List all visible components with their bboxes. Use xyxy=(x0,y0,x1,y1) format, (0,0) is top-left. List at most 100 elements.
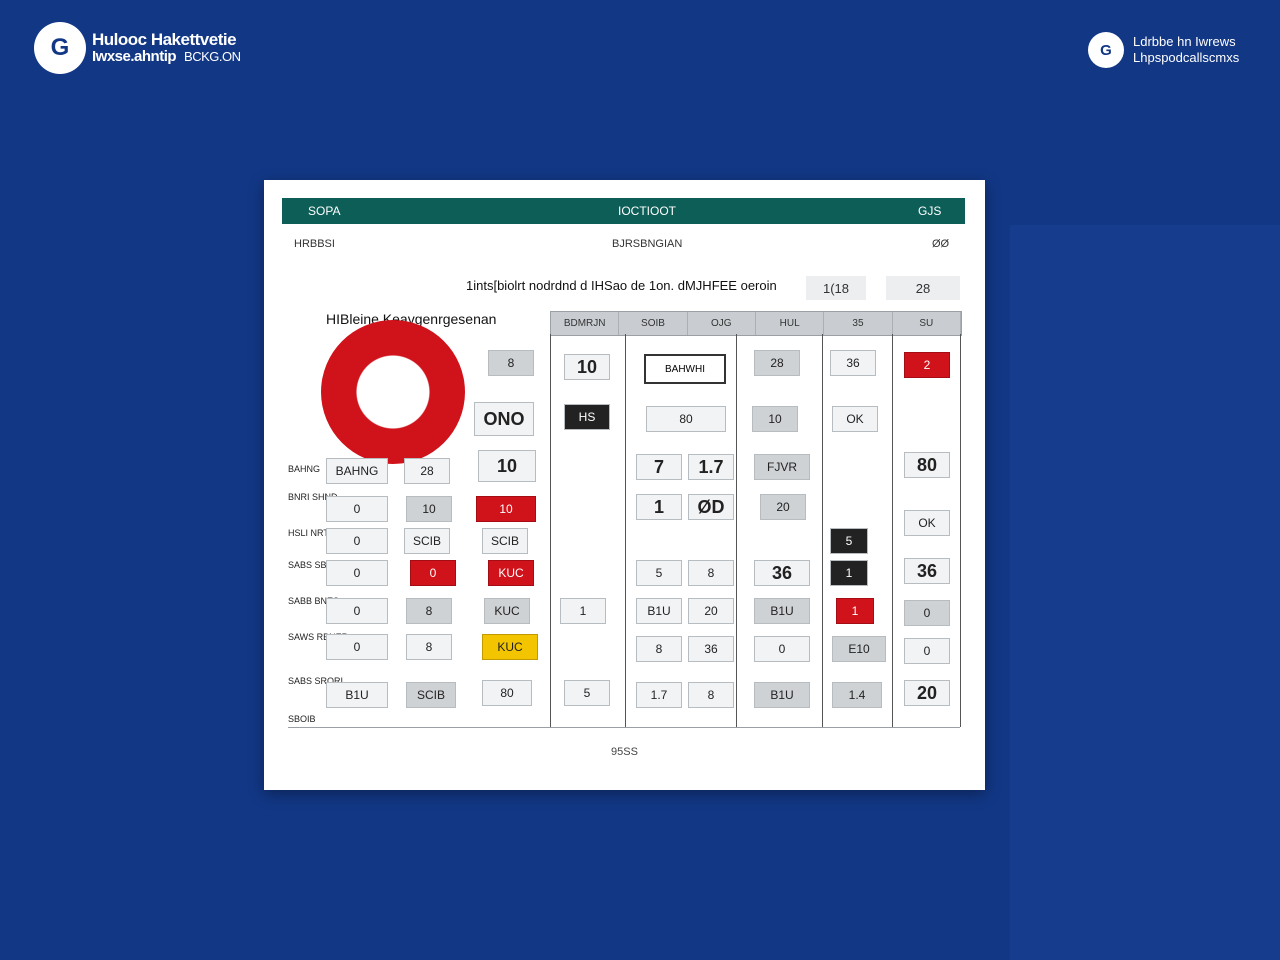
grid-cell[interactable]: 20 xyxy=(904,680,950,706)
grid-cell[interactable]: 8 xyxy=(488,350,534,376)
grid-cell[interactable]: BAHNG xyxy=(326,458,388,484)
brand-text: Hulooc Hakettvetie Iwxse.ahntip BCKG.ON xyxy=(92,31,241,65)
grid-cell[interactable]: 0 xyxy=(410,560,456,586)
grid-cell[interactable]: 0 xyxy=(326,634,388,660)
grid-cell[interactable]: 80 xyxy=(482,680,532,706)
brand-right: G Ldrbbe hn Iwrews Lhpspodcallscmxs xyxy=(1088,32,1239,68)
answer-chip-1[interactable]: 1(18 xyxy=(806,276,866,300)
grid-cell[interactable]: 0 xyxy=(326,598,388,624)
header-center: IOCTIOOT xyxy=(618,204,676,218)
grid-cell[interactable]: 0 xyxy=(326,528,388,554)
footer-text: 95SS xyxy=(611,746,638,758)
grid-cell[interactable]: SCIB xyxy=(406,682,456,708)
grid-cell[interactable]: 36 xyxy=(830,350,876,376)
brand-left: G Hulooc Hakettvetie Iwxse.ahntip BCKG.ON xyxy=(34,22,241,74)
grid-cell[interactable]: 10 xyxy=(564,354,610,380)
grid-cell[interactable]: 1 xyxy=(830,560,868,586)
brand-line-2: Iwxse.ahntip BCKG.ON xyxy=(92,48,241,65)
grid-cell[interactable]: 5 xyxy=(564,680,610,706)
grid-cell[interactable]: 28 xyxy=(754,350,800,376)
question-text: 1ints[biolrt nodrdnd d IHSao de 1on. dMJ… xyxy=(466,278,777,293)
grid-cell[interactable]: 7 xyxy=(636,454,682,480)
grid-cell[interactable]: 0 xyxy=(326,560,388,586)
brand-line-1: Hulooc Hakettvetie xyxy=(92,30,237,49)
column-header-2: SOIB xyxy=(619,312,688,335)
column-header: BDMRJN SOIB OJG HUL 35 SU xyxy=(550,311,962,336)
partner-text: Ldrbbe hn Iwrews Lhpspodcallscmxs xyxy=(1133,34,1239,66)
grid-cell[interactable]: 20 xyxy=(760,494,806,520)
grid-cell[interactable]: B1U xyxy=(326,682,388,708)
red-donut-icon xyxy=(321,320,465,464)
grid-cell[interactable]: KUC xyxy=(482,634,538,660)
grid-cell[interactable]: FJVR xyxy=(754,454,810,480)
grid-cell[interactable]: KUC xyxy=(484,598,530,624)
grid-cell[interactable]: 5 xyxy=(636,560,682,586)
logo-icon: G xyxy=(34,22,86,74)
label-tag: BAHWHI xyxy=(644,354,726,384)
column-header-4: HUL xyxy=(756,312,825,335)
column-header-5: 35 xyxy=(824,312,893,335)
partner-line-1: Ldrbbe hn Iwrews xyxy=(1133,34,1236,49)
grid-cell[interactable]: 36 xyxy=(904,558,950,584)
grid-line xyxy=(892,334,893,727)
grid-cell[interactable]: ONO xyxy=(474,402,534,436)
grid-cell[interactable]: 1 xyxy=(836,598,874,624)
answer-chip-2[interactable]: 28 xyxy=(886,276,960,300)
grid-cell[interactable]: B1U xyxy=(754,682,810,708)
grid-cell[interactable]: 8 xyxy=(636,636,682,662)
grid-cell[interactable]: 10 xyxy=(406,496,452,522)
column-header-1: BDMRJN xyxy=(551,312,620,335)
grid-cell[interactable]: E10 xyxy=(832,636,886,662)
grid-cell[interactable]: 20 xyxy=(688,598,734,624)
grid-cell[interactable]: 8 xyxy=(688,560,734,586)
grid-cell[interactable]: 5 xyxy=(830,528,868,554)
column-header-3: OJG xyxy=(688,312,756,335)
grid-cell[interactable]: B1U xyxy=(754,598,810,624)
grid-cell[interactable]: SCIB xyxy=(404,528,450,554)
grid-cell[interactable]: 0 xyxy=(904,600,950,626)
grid-cell[interactable]: 2 xyxy=(904,352,950,378)
grid-cell[interactable]: 36 xyxy=(754,560,810,586)
worksheet-card: SOPA IOCTIOOT GJS HRBBSI BJRSBNGIAN ØØ 1… xyxy=(264,180,985,790)
grid-cell[interactable]: 0 xyxy=(754,636,810,662)
grid-cell[interactable]: 0 xyxy=(904,638,950,664)
header-right: GJS xyxy=(918,204,942,218)
partner-line-2: Lhpspodcallscmxs xyxy=(1133,50,1240,65)
grid-cell[interactable]: 10 xyxy=(752,406,798,432)
row-label: SBOIB xyxy=(288,714,316,724)
grid-line xyxy=(736,334,737,727)
partner-logo-icon: G xyxy=(1088,32,1124,68)
sub-right: ØØ xyxy=(932,238,950,250)
grid-cell[interactable]: 1.7 xyxy=(636,682,682,708)
grid-cell[interactable]: 10 xyxy=(478,450,536,482)
grid-cell[interactable]: 10 xyxy=(476,496,536,522)
grid-line xyxy=(822,334,823,727)
grid-cell[interactable]: 8 xyxy=(406,598,452,624)
grid-cell[interactable]: ØD xyxy=(688,494,734,520)
grid-cell[interactable]: OK xyxy=(832,406,878,432)
sub-left: HRBBSI xyxy=(294,238,335,250)
grid-cell[interactable]: 1.7 xyxy=(688,454,734,480)
grid-cell[interactable]: SCIB xyxy=(482,528,528,554)
grid-cell[interactable]: OK xyxy=(904,510,950,536)
grid-cell[interactable]: 0 xyxy=(326,496,388,522)
grid-cell[interactable]: B1U xyxy=(636,598,682,624)
grid-cell[interactable]: KUC xyxy=(488,560,534,586)
grid-cell[interactable]: HS xyxy=(564,404,610,430)
grid-cell[interactable]: 1 xyxy=(636,494,682,520)
brand-line-2-light: BCKG.ON xyxy=(184,49,241,64)
header-left: SOPA xyxy=(308,204,341,218)
grid-cell[interactable]: 1.4 xyxy=(832,682,882,708)
grid-cell[interactable]: 80 xyxy=(904,452,950,478)
grid-cell[interactable]: 28 xyxy=(404,458,450,484)
grid-line xyxy=(550,334,551,727)
grid-cell[interactable]: 8 xyxy=(688,682,734,708)
header-bar: SOPA IOCTIOOT GJS xyxy=(282,198,965,224)
grid-line xyxy=(625,334,626,727)
grid-cell[interactable]: 8 xyxy=(406,634,452,660)
grid-cell[interactable]: 1 xyxy=(560,598,606,624)
brand-line-2-main: Iwxse.ahntip xyxy=(92,48,177,65)
grid-cell[interactable]: 36 xyxy=(688,636,734,662)
sub-center: BJRSBNGIAN xyxy=(612,238,683,250)
grid-cell[interactable]: 80 xyxy=(646,406,726,432)
